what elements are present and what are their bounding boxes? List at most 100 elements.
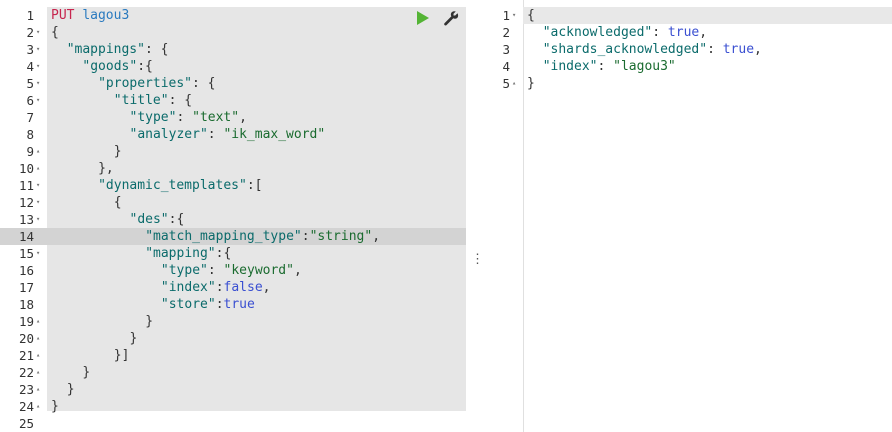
token-punc: }] (113, 348, 130, 363)
line-number: 9 (26, 144, 34, 159)
fold-close-icon[interactable]: ▴ (36, 364, 40, 381)
fold-close-icon[interactable]: ▴ (36, 143, 40, 160)
request-code[interactable]: "index":false, (161, 279, 271, 296)
token-punc: } (66, 382, 75, 397)
response-line[interactable]: 2 "acknowledged": true, (0, 24, 707, 41)
request-code[interactable]: "type": "text", (130, 109, 247, 126)
fold-close-icon[interactable]: ▴ (36, 398, 40, 415)
request-line[interactable]: 6 ▾ "title": { (0, 92, 466, 109)
response-code[interactable]: "shards_acknowledged": true, (543, 41, 762, 58)
token-punc: { (527, 8, 535, 23)
token-punc: , (239, 110, 247, 125)
response-line[interactable]: 4 "index": "lagou3" (0, 58, 675, 75)
token-punc: : (215, 297, 224, 312)
request-line[interactable]: 7 "type": "text", (0, 109, 466, 126)
request-line[interactable]: 12 ▾ { (0, 194, 466, 211)
token-punc: } (527, 76, 535, 91)
request-line[interactable]: 13 ▾ "des":{ (0, 211, 466, 228)
response-line[interactable]: 5 ▴} (0, 75, 534, 92)
token-bool: true (223, 297, 255, 312)
response-line[interactable]: 3 "shards_acknowledged": true, (0, 41, 761, 58)
request-code[interactable]: } (67, 381, 75, 398)
token-punc: } (113, 144, 122, 159)
token-key: "acknowledged" (542, 25, 653, 40)
request-line[interactable]: 20 ▴} (0, 330, 466, 347)
request-line[interactable]: 14 "match_mapping_type":"string", (0, 228, 466, 245)
request-line[interactable]: 18 "store":true (0, 296, 466, 313)
fold-close-icon[interactable]: ▴ (36, 347, 40, 364)
line-number: 20 (18, 331, 34, 346)
request-code[interactable]: } (114, 143, 122, 160)
request-code[interactable]: } (145, 313, 153, 330)
token-punc: { (113, 195, 122, 210)
request-line[interactable]: 11 ▾ "dynamic_templates":[ (0, 177, 466, 194)
request-code[interactable]: "dynamic_templates":[ (98, 177, 262, 194)
token-str: "text" (192, 110, 240, 125)
line-number: 17 (18, 280, 34, 295)
token-punc: , (754, 42, 762, 57)
request-line[interactable]: 16 "type": "keyword", (0, 262, 466, 279)
token-bool: false (223, 280, 263, 295)
request-code[interactable]: }] (114, 347, 130, 364)
request-line[interactable]: 8 "analyzer": "ik_max_word" (0, 126, 466, 143)
request-actions (417, 10, 463, 28)
request-line[interactable]: 23 ▴} (0, 381, 466, 398)
request-line[interactable]: 21 ▴}] (0, 347, 466, 364)
fold-close-icon[interactable]: ▴ (36, 381, 40, 398)
request-code[interactable]: "type": "keyword", (161, 262, 302, 279)
token-key: "type" (129, 110, 177, 125)
request-line[interactable]: 24 ▴} (0, 398, 466, 415)
fold-close-icon[interactable]: ▴ (36, 330, 40, 347)
fold-open-icon[interactable]: ▾ (36, 211, 40, 228)
request-code[interactable]: "match_mapping_type":"string", (145, 228, 380, 245)
token-punc: , (262, 280, 271, 295)
response-line[interactable]: 1 ▾ { (0, 7, 534, 24)
fold-open-icon[interactable]: ▾ (36, 92, 40, 109)
response-code[interactable]: } (527, 75, 535, 92)
request-code[interactable]: "mapping":{ (145, 245, 231, 262)
request-code[interactable]: { (114, 194, 122, 211)
wrench-icon[interactable] (443, 10, 459, 26)
request-code[interactable]: "des":{ (130, 211, 185, 228)
request-code[interactable]: } (130, 330, 138, 347)
line-number: 10 (18, 161, 34, 176)
line-number: 21 (18, 348, 34, 363)
fold-open-icon[interactable]: ▾ (36, 177, 40, 194)
line-number: 18 (18, 297, 34, 312)
fold-open-icon[interactable]: ▾ (512, 7, 516, 24)
response-code[interactable]: "index": "lagou3" (543, 58, 676, 75)
token-key: "title" (113, 93, 169, 108)
fold-close-icon[interactable]: ▴ (512, 75, 516, 92)
request-code[interactable]: }, (98, 160, 114, 177)
line-number: 6 (26, 93, 34, 108)
fold-open-icon[interactable]: ▾ (36, 245, 40, 262)
line-number: 22 (18, 365, 34, 380)
request-line[interactable]: 9 ▴} (0, 143, 466, 160)
request-code[interactable]: "store":true (161, 296, 255, 313)
request-line[interactable]: 25 (0, 415, 466, 432)
request-line[interactable]: 10 ▴}, (0, 160, 466, 177)
request-code[interactable]: } (51, 398, 59, 415)
fold-open-icon[interactable]: ▾ (36, 194, 40, 211)
play-icon[interactable] (417, 11, 429, 25)
token-punc: } (51, 399, 59, 414)
line-number: 25 (18, 416, 34, 431)
fold-close-icon[interactable]: ▴ (36, 160, 40, 177)
request-line[interactable]: 15 ▾ "mapping":{ (0, 245, 466, 262)
request-line[interactable]: 22 ▴} (0, 364, 466, 381)
token-key: "store" (160, 297, 216, 312)
fold-close-icon[interactable]: ▴ (36, 313, 40, 330)
line-number: 16 (18, 263, 34, 278)
token-key: "mapping" (145, 246, 216, 261)
response-code[interactable]: { (527, 7, 535, 24)
request-line[interactable]: 17 "index":false, (0, 279, 466, 296)
token-punc: } (145, 314, 154, 329)
request-code[interactable]: "analyzer": "ik_max_word" (130, 126, 326, 143)
request-line[interactable]: 19 ▴} (0, 313, 466, 330)
line-number: 5 (502, 76, 510, 91)
request-code[interactable]: } (82, 364, 90, 381)
response-code[interactable]: "acknowledged": true, (543, 24, 707, 41)
request-code[interactable]: "title": { (114, 92, 192, 109)
token-key: "des" (129, 212, 169, 227)
token-key: "shards_acknowledged" (542, 42, 708, 57)
